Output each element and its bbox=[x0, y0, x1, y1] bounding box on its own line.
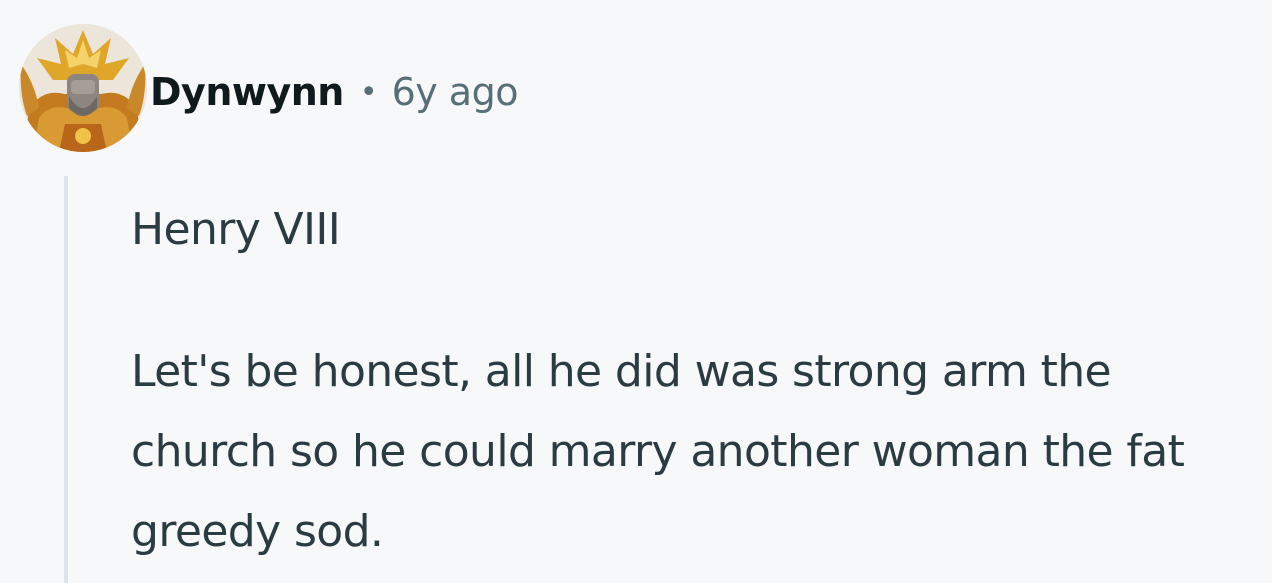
comment-paragraph: Let's be honest, all he did was strong a… bbox=[131, 346, 1185, 557]
user-avatar[interactable] bbox=[19, 24, 147, 152]
comment: Dynwynn • 6y ago Henry VIII Let's be hon… bbox=[0, 0, 1272, 583]
comment-body: Henry VIII Let's be honest, all he did w… bbox=[131, 190, 1266, 572]
comment-meta: Dynwynn • 6y ago bbox=[150, 66, 518, 118]
comment-paragraph: Henry VIII bbox=[131, 204, 341, 255]
author-name[interactable]: Dynwynn bbox=[150, 70, 344, 114]
meta-separator: • bbox=[359, 74, 378, 110]
timestamp[interactable]: 6y ago bbox=[392, 70, 519, 114]
gold-armored-figure-avatar-icon bbox=[19, 24, 147, 152]
thread-collapse-line[interactable] bbox=[64, 176, 68, 583]
